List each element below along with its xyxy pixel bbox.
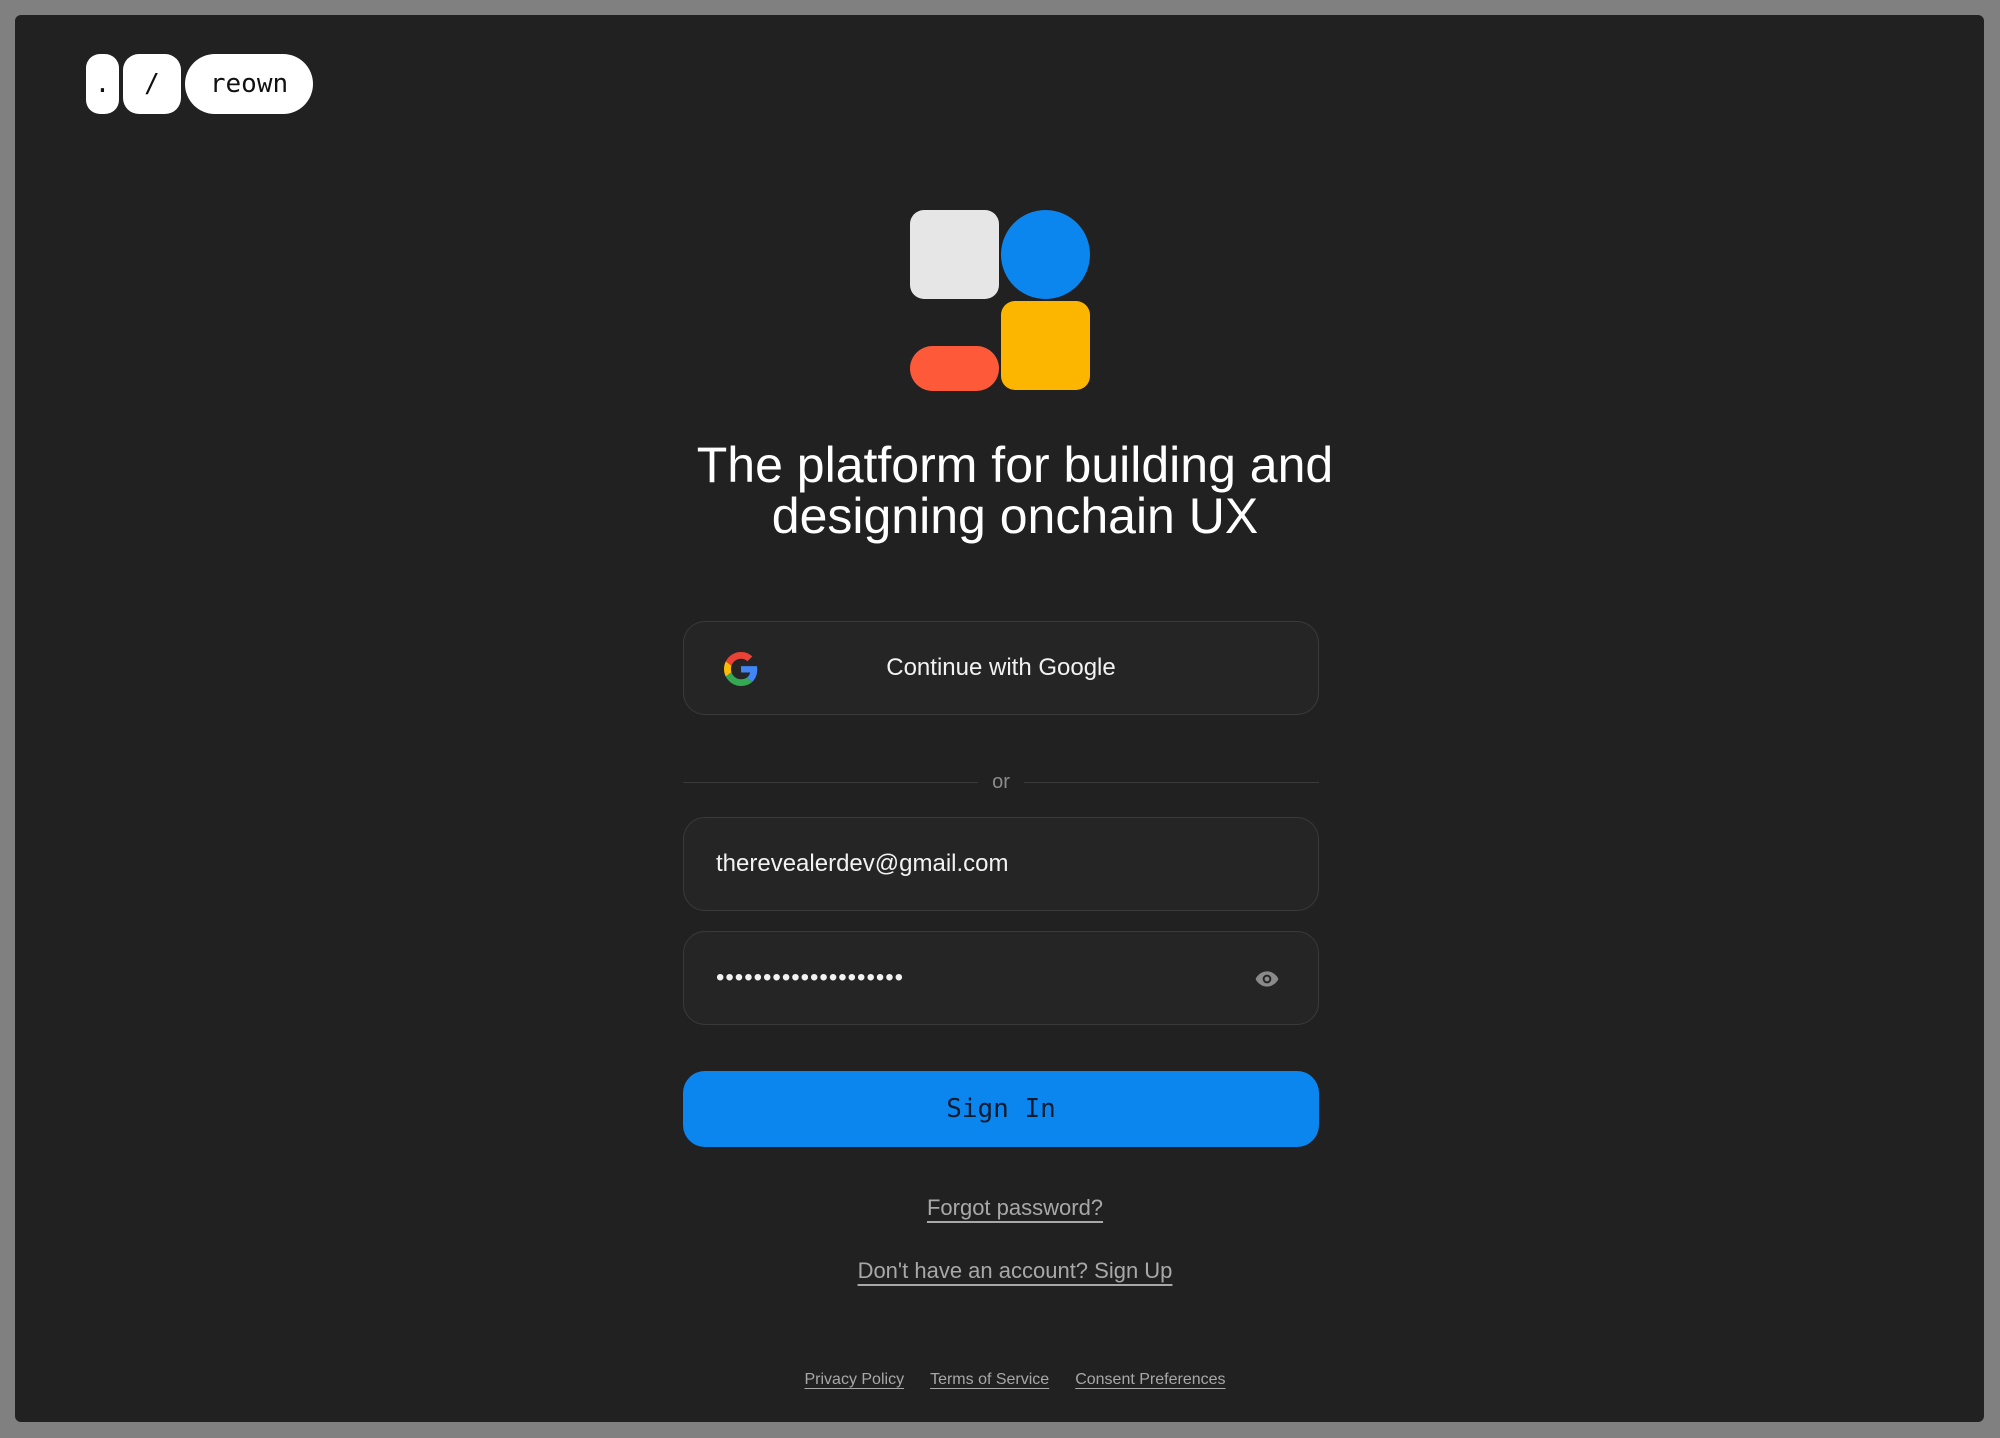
consent-preferences-link[interactable]: Consent Preferences bbox=[1075, 1371, 1225, 1389]
google-icon bbox=[724, 652, 758, 686]
hero-circle-shape bbox=[1001, 210, 1090, 299]
sign-up-link[interactable]: Don't have an account? Sign Up bbox=[858, 1258, 1173, 1283]
sign-in-button[interactable]: Sign In bbox=[683, 1071, 1319, 1147]
reown-logo[interactable]: . / reown bbox=[86, 54, 313, 114]
password-field-container bbox=[683, 931, 1319, 1025]
footer-links: Privacy Policy Terms of Service Consent … bbox=[15, 1371, 1984, 1389]
hero-pill-shape bbox=[910, 346, 999, 391]
google-button-label: Continue with Google bbox=[886, 654, 1116, 681]
page-title: The platform for building and designing … bbox=[575, 440, 1455, 542]
hero-square-shape bbox=[910, 210, 999, 299]
app-window: . / reown The platform for building and … bbox=[15, 15, 1984, 1422]
eye-icon[interactable] bbox=[1254, 966, 1280, 992]
hero-mark bbox=[910, 210, 1090, 391]
email-field[interactable] bbox=[716, 850, 1286, 878]
password-field[interactable] bbox=[716, 964, 1286, 992]
sign-up-row: Don't have an account? Sign Up bbox=[15, 1258, 1984, 1284]
or-divider: or bbox=[683, 767, 1320, 797]
email-field-container bbox=[683, 817, 1319, 911]
privacy-policy-link[interactable]: Privacy Policy bbox=[804, 1371, 904, 1389]
divider-label: or bbox=[992, 770, 1010, 793]
divider-line-right bbox=[1023, 781, 1320, 783]
continue-with-google-button[interactable]: Continue with Google bbox=[683, 621, 1319, 715]
hero-rounded-square-shape bbox=[1001, 301, 1090, 390]
forgot-password-link[interactable]: Forgot password? bbox=[927, 1195, 1103, 1220]
logo-dot: . bbox=[86, 54, 119, 114]
terms-of-service-link[interactable]: Terms of Service bbox=[930, 1371, 1049, 1389]
logo-slash: / bbox=[123, 54, 181, 114]
page-title-line-2: designing onchain UX bbox=[771, 488, 1259, 544]
logo-wordmark: reown bbox=[185, 54, 313, 114]
forgot-password-row: Forgot password? bbox=[15, 1195, 1984, 1221]
page-title-line-1: The platform for building and bbox=[696, 437, 1334, 493]
divider-line-left bbox=[683, 781, 979, 783]
